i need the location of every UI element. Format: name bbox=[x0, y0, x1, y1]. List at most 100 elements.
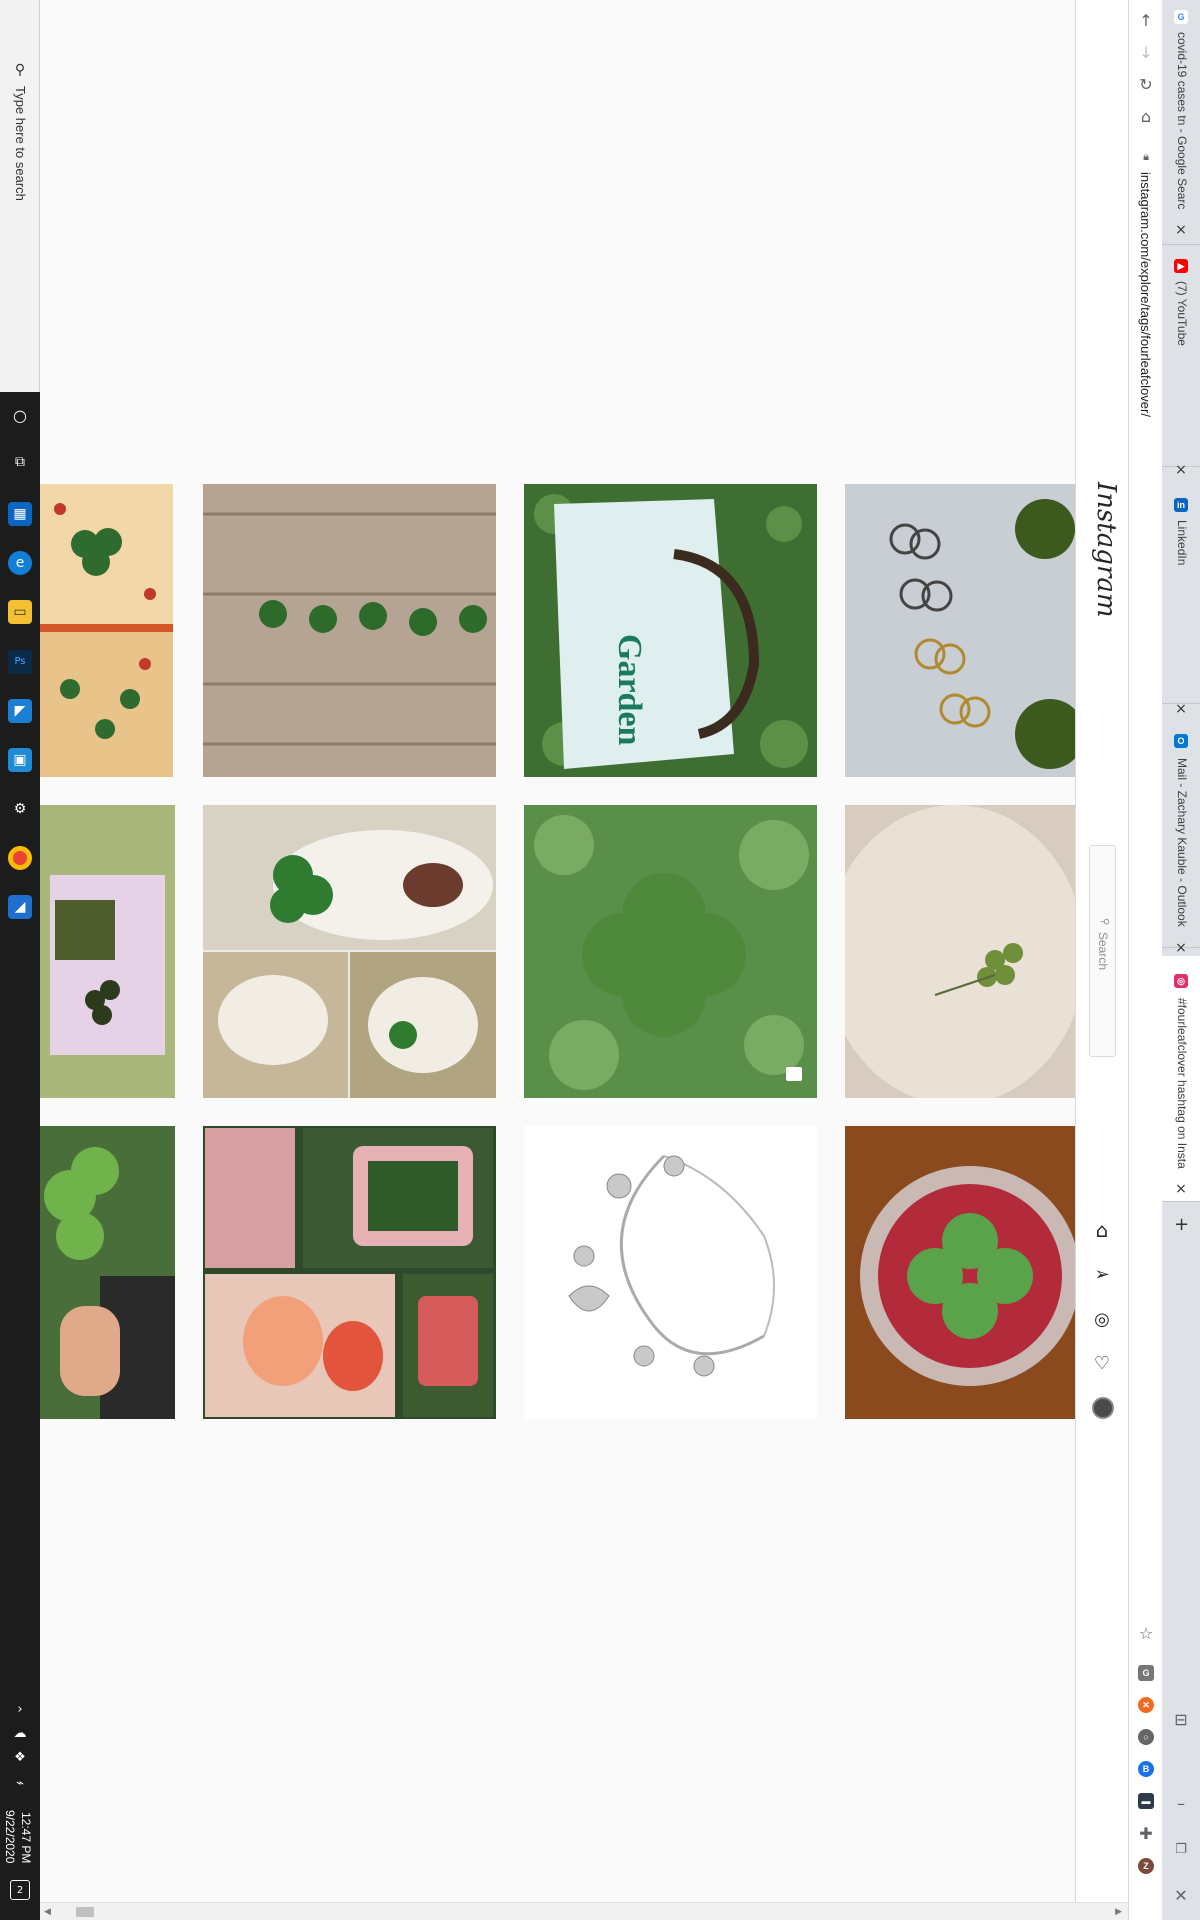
youtube-favicon-icon: ▶ bbox=[1174, 259, 1188, 273]
activity-heart-icon[interactable]: ♡ bbox=[1090, 1352, 1114, 1376]
tab-outlook[interactable]: O Mail - Zachary Kauble - Outlook bbox=[1162, 716, 1200, 948]
taskbar-search-placeholder: Type here to search bbox=[13, 86, 28, 201]
post-tile[interactable] bbox=[40, 1126, 175, 1419]
vscode-icon[interactable]: ◤ bbox=[8, 699, 32, 723]
new-tab-button[interactable]: + bbox=[1174, 1216, 1189, 1234]
post-image-charm-bracelet bbox=[524, 1126, 817, 1419]
post-tile[interactable] bbox=[40, 484, 173, 777]
post-image-garden-bag: Garden bbox=[524, 484, 817, 777]
azure-icon[interactable]: ◢ bbox=[8, 895, 32, 919]
scroll-right-arrow-icon[interactable]: ▶ bbox=[1115, 1906, 1122, 1917]
explore-icon[interactable]: ◎ bbox=[1090, 1308, 1114, 1332]
instagram-header: Instagram ⚲ Search ⌂ ➢ ◎ ♡ bbox=[1075, 0, 1128, 1902]
svg-text:Garden: Garden bbox=[611, 634, 648, 746]
tab-google-search[interactable]: G covid-19 cases tn - Google Searc × bbox=[1162, 0, 1200, 245]
clock-time[interactable]: 12:47 PM bbox=[19, 1812, 33, 1863]
close-icon[interactable]: × bbox=[1174, 941, 1188, 955]
post-image-clover-charms bbox=[845, 484, 1075, 777]
close-icon[interactable]: × bbox=[1174, 463, 1188, 477]
instagram-logo[interactable]: Instagram bbox=[1091, 482, 1121, 618]
search-icon: ⚲ bbox=[1099, 918, 1110, 926]
forward-arrow-icon[interactable]: ↓ bbox=[1134, 41, 1158, 65]
settings-icon[interactable]: ⚙ bbox=[8, 797, 32, 821]
post-tile[interactable]: Garden bbox=[524, 484, 817, 777]
dropbox-icon[interactable]: ❖ bbox=[10, 1748, 30, 1768]
post-tile[interactable] bbox=[845, 1126, 1075, 1419]
onedrive-icon[interactable]: ☁ bbox=[10, 1724, 30, 1744]
address-bar[interactable]: instagram.com/explore/tags/fourleafclove… bbox=[1138, 172, 1153, 417]
outlook-favicon-icon: O bbox=[1174, 734, 1188, 748]
post-tile[interactable] bbox=[845, 484, 1075, 777]
tab-title: LinkedIn bbox=[1175, 520, 1189, 566]
post-image-husky-collage bbox=[203, 805, 496, 1098]
windows-taskbar: ⊞ ⚲ Type here to search ○ ⧉ ▦ e ▭ Ps ◤ ▣… bbox=[0, 0, 40, 1920]
close-window-button[interactable]: ✕ bbox=[1169, 1884, 1193, 1908]
post-image-clover-on-wood bbox=[203, 484, 496, 777]
tab-youtube[interactable]: ▶ (7) YouTube bbox=[1162, 245, 1200, 467]
post-tile[interactable] bbox=[203, 484, 496, 777]
scroll-left-arrow-icon[interactable]: ◀ bbox=[44, 1906, 51, 1917]
post-tile[interactable] bbox=[524, 805, 817, 1098]
search-placeholder: Search bbox=[1096, 932, 1110, 971]
post-image-resin-sphere bbox=[845, 1126, 1075, 1419]
post-tile[interactable] bbox=[203, 805, 496, 1098]
search-icon: ⚲ bbox=[14, 62, 26, 78]
edge-icon[interactable]: e bbox=[8, 551, 32, 575]
photoshop-icon[interactable]: Ps bbox=[8, 650, 32, 674]
post-tile[interactable] bbox=[40, 805, 175, 1098]
network-icon[interactable]: ⌁ bbox=[10, 1774, 30, 1794]
notification-center-icon[interactable]: 2 bbox=[10, 1880, 30, 1900]
tab-instagram-active[interactable]: ◎ #fourleafclover hashtag on Insta × bbox=[1162, 956, 1200, 1202]
browser-toolbar: ↑ ↓ ↻ ⌂ 🔒︎ instagram.com/explore/tags/fo… bbox=[1128, 0, 1162, 1920]
extension-orange-icon[interactable]: ✕ bbox=[1138, 1697, 1154, 1713]
horizontal-scrollbar[interactable]: ◀ ▶ bbox=[40, 1902, 1128, 1920]
home-button-icon[interactable]: ⌂ bbox=[1134, 105, 1158, 129]
show-hidden-icons-chevron[interactable]: › bbox=[10, 1700, 30, 1720]
grammarly-extension-icon[interactable]: G bbox=[1138, 1665, 1154, 1681]
bookmark-star-icon[interactable]: ☆ bbox=[1134, 1622, 1158, 1646]
instagram-favicon-icon: ◎ bbox=[1174, 974, 1188, 988]
clock-date[interactable]: 9/22/2020 bbox=[3, 1810, 17, 1863]
close-icon[interactable]: × bbox=[1174, 223, 1188, 237]
lock-icon: 🔒︎ bbox=[1143, 150, 1149, 163]
tab-title: covid-19 cases tn - Google Searc bbox=[1175, 32, 1189, 210]
home-icon[interactable]: ⌂ bbox=[1090, 1218, 1114, 1242]
store-icon[interactable]: ▦ bbox=[8, 502, 32, 526]
tab-linkedin[interactable]: in LinkedIn bbox=[1162, 478, 1200, 704]
post-tile[interactable] bbox=[524, 1126, 817, 1419]
search-box[interactable]: ⚲ Search bbox=[1089, 845, 1116, 1057]
tab-title: Mail - Zachary Kauble - Outlook bbox=[1175, 758, 1189, 927]
close-icon[interactable]: × bbox=[1174, 1182, 1188, 1196]
minimize-button[interactable]: – bbox=[1169, 1792, 1193, 1816]
browser-tabstrip: G covid-19 cases tn - Google Searc × ▶ (… bbox=[1162, 0, 1200, 1920]
post-image-clover-closeup bbox=[524, 805, 817, 1098]
extension-gray-icon[interactable]: ○ bbox=[1138, 1729, 1154, 1745]
task-view-icon[interactable]: ⧉ bbox=[8, 450, 32, 474]
instagram-page: Garden bbox=[40, 0, 1075, 1902]
extensions-puzzle-icon[interactable]: ✚ bbox=[1134, 1822, 1158, 1846]
extension-dark-icon[interactable]: ▬ bbox=[1138, 1793, 1154, 1809]
post-tile[interactable] bbox=[203, 1126, 496, 1419]
reload-icon[interactable]: ↻ bbox=[1134, 73, 1158, 97]
post-tile[interactable] bbox=[845, 805, 1075, 1098]
notification-count: 2 bbox=[16, 1885, 24, 1896]
post-image-clover-tattoo bbox=[845, 805, 1075, 1098]
restore-button[interactable]: ❐ bbox=[1169, 1838, 1193, 1862]
close-icon[interactable]: × bbox=[1174, 702, 1188, 716]
remote-desktop-icon[interactable]: ▣ bbox=[8, 748, 32, 772]
taskbar-search-box[interactable]: ⚲ Type here to search bbox=[0, 0, 40, 392]
linkedin-favicon-icon: in bbox=[1174, 498, 1188, 512]
chrome-icon[interactable] bbox=[8, 846, 32, 870]
profile-avatar-browser[interactable]: Z bbox=[1138, 1858, 1154, 1874]
post-image-hand-clover bbox=[40, 1126, 175, 1419]
direct-icon[interactable]: ➢ bbox=[1090, 1263, 1114, 1287]
tab-title: (7) YouTube bbox=[1175, 281, 1189, 346]
tab-search-icon[interactable]: ⊟ bbox=[1169, 1708, 1193, 1732]
extension-blue-icon[interactable]: B bbox=[1138, 1761, 1154, 1777]
back-arrow-icon[interactable]: ↑ bbox=[1134, 9, 1158, 33]
scroll-thumb[interactable] bbox=[76, 1907, 94, 1917]
tab-title: #fourleafclover hashtag on Insta bbox=[1175, 998, 1189, 1169]
file-explorer-icon[interactable]: ▭ bbox=[8, 600, 32, 624]
cortana-icon[interactable]: ○ bbox=[8, 404, 32, 428]
profile-avatar[interactable] bbox=[1092, 1397, 1114, 1419]
